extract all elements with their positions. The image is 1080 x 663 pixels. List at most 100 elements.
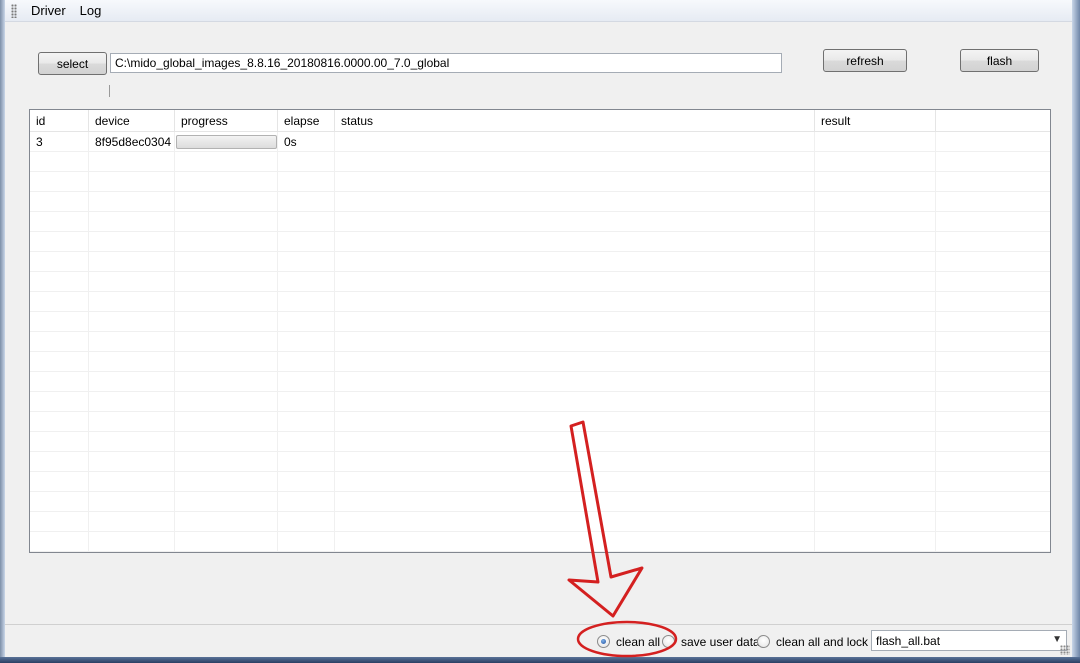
empty-cell: [89, 312, 175, 332]
cell-filler: [936, 132, 1050, 152]
empty-cell: [30, 492, 89, 512]
empty-row: [30, 372, 1050, 392]
empty-cell: [278, 312, 335, 332]
empty-cell: [30, 372, 89, 392]
radio-clean-all-and-lock-label[interactable]: clean all and lock: [776, 635, 868, 649]
empty-row: [30, 492, 1050, 512]
column-header-elapse[interactable]: elapse: [278, 110, 335, 132]
empty-row: [30, 432, 1050, 452]
menu-log[interactable]: Log: [74, 3, 110, 18]
empty-cell: [30, 272, 89, 292]
empty-cell: [175, 192, 278, 212]
resize-grip-icon[interactable]: [1060, 645, 1070, 655]
empty-cell: [89, 512, 175, 532]
image-path-input[interactable]: [110, 53, 782, 73]
empty-row: [30, 232, 1050, 252]
empty-cell: [278, 232, 335, 252]
empty-cell: [815, 432, 936, 452]
empty-cell: [175, 412, 278, 432]
empty-cell: [936, 512, 1050, 532]
empty-cell: [278, 432, 335, 452]
empty-cell: [936, 372, 1050, 392]
empty-cell: [30, 252, 89, 272]
empty-row: [30, 212, 1050, 232]
empty-cell: [89, 292, 175, 312]
empty-cell: [175, 432, 278, 452]
radio-clean-all-and-lock-icon[interactable]: [757, 635, 770, 648]
separator-mark: [109, 85, 110, 97]
window-bottom-frame: [0, 657, 1080, 663]
empty-cell: [89, 172, 175, 192]
menu-driver[interactable]: Driver: [25, 3, 74, 18]
empty-cell: [815, 452, 936, 472]
empty-cell: [30, 312, 89, 332]
empty-cell: [936, 152, 1050, 172]
empty-cell: [936, 292, 1050, 312]
empty-cell: [175, 472, 278, 492]
empty-cell: [936, 232, 1050, 252]
empty-cell: [335, 412, 815, 432]
empty-cell: [175, 512, 278, 532]
refresh-button[interactable]: refresh: [823, 49, 907, 72]
column-header-progress[interactable]: progress: [175, 110, 278, 132]
empty-cell: [30, 512, 89, 532]
column-header-id[interactable]: id: [30, 110, 89, 132]
empty-cell: [815, 372, 936, 392]
empty-cell: [89, 432, 175, 452]
empty-cell: [175, 372, 278, 392]
empty-cell: [278, 192, 335, 212]
empty-cell: [335, 292, 815, 312]
script-select[interactable]: flash_all.bat ▼: [871, 630, 1067, 651]
menu-grip-icon[interactable]: [11, 3, 17, 18]
column-header-filler: [936, 110, 1050, 132]
empty-cell: [89, 272, 175, 292]
device-list[interactable]: id device progress elapse status result …: [29, 109, 1051, 553]
empty-cell: [278, 272, 335, 292]
flash-button[interactable]: flash: [960, 49, 1039, 72]
empty-cell: [936, 532, 1050, 552]
options-bar: clean all save user data clean all and l…: [5, 624, 1072, 657]
radio-save-user-data-icon[interactable]: [662, 635, 675, 648]
empty-cell: [89, 352, 175, 372]
radio-save-user-data[interactable]: save user data: [662, 625, 760, 658]
radio-clean-all-label[interactable]: clean all: [616, 635, 660, 649]
select-button[interactable]: select: [38, 52, 107, 75]
empty-cell: [278, 392, 335, 412]
empty-cell: [815, 172, 936, 192]
empty-cell: [278, 292, 335, 312]
empty-cell: [89, 252, 175, 272]
table-row[interactable]: 3 8f95d8ec0304 0s: [30, 132, 1050, 152]
empty-cell: [936, 392, 1050, 412]
empty-cell: [936, 412, 1050, 432]
empty-cell: [335, 232, 815, 252]
cell-progress: [175, 132, 278, 152]
radio-save-user-data-label[interactable]: save user data: [681, 635, 760, 649]
empty-cell: [30, 392, 89, 412]
empty-cell: [335, 492, 815, 512]
empty-cell: [815, 312, 936, 332]
empty-row: [30, 292, 1050, 312]
empty-cell: [278, 452, 335, 472]
empty-cell: [815, 532, 936, 552]
empty-row: [30, 472, 1050, 492]
empty-cell: [815, 352, 936, 372]
empty-cell: [936, 252, 1050, 272]
empty-cell: [278, 412, 335, 432]
radio-clean-all[interactable]: clean all: [597, 625, 660, 658]
column-header-result[interactable]: result: [815, 110, 936, 132]
empty-cell: [936, 192, 1050, 212]
empty-row: [30, 452, 1050, 472]
column-header-device[interactable]: device: [89, 110, 175, 132]
window-left-frame: [0, 0, 5, 663]
cell-result: [815, 132, 936, 152]
empty-cell: [278, 492, 335, 512]
empty-row: [30, 532, 1050, 552]
column-header-status[interactable]: status: [335, 110, 815, 132]
empty-cell: [89, 152, 175, 172]
radio-clean-all-and-lock[interactable]: clean all and lock: [757, 625, 868, 658]
radio-clean-all-icon[interactable]: [597, 635, 610, 648]
empty-cell: [335, 432, 815, 452]
empty-cell: [815, 412, 936, 432]
chevron-down-icon[interactable]: ▼: [1052, 634, 1062, 645]
empty-cell: [335, 212, 815, 232]
